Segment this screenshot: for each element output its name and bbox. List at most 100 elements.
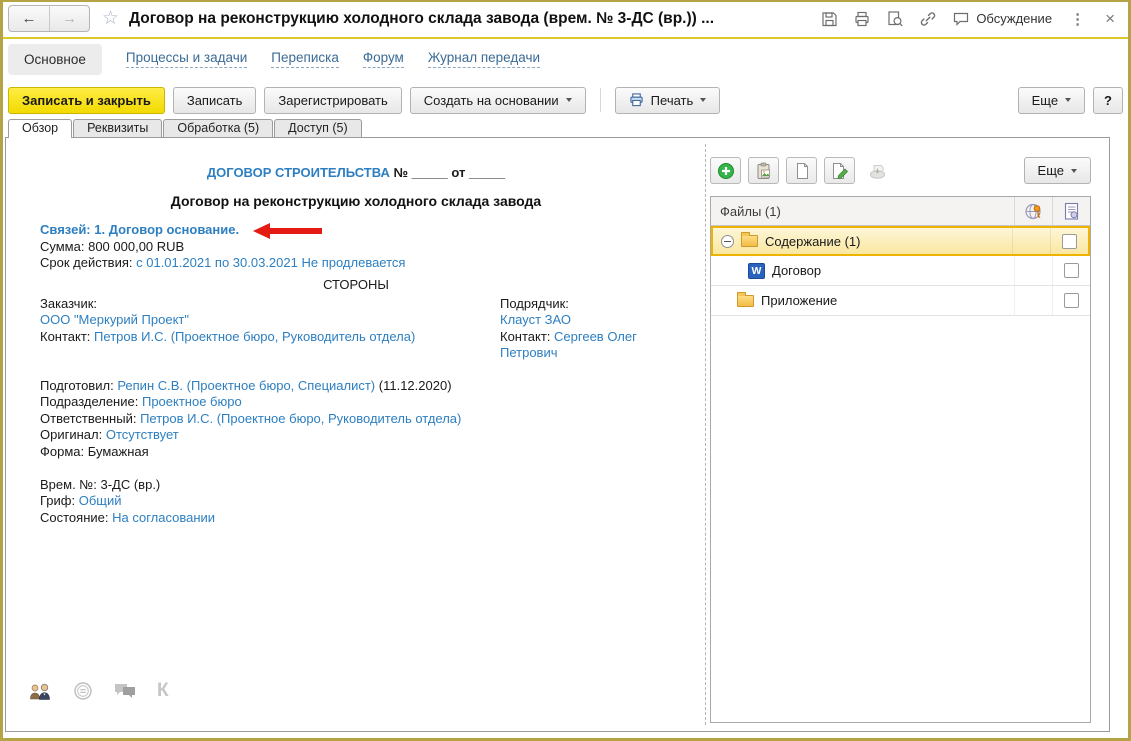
folder-icon: [737, 291, 754, 307]
seal-icon[interactable]: [73, 681, 93, 701]
contractor-contact-label: Контакт:: [500, 328, 551, 344]
tab-access[interactable]: Доступ (5): [274, 119, 362, 137]
contractor-name-link[interactable]: Клауст ЗАО: [500, 312, 571, 327]
original-label: Оригинал:: [40, 427, 103, 443]
chevron-down-icon: [1071, 168, 1077, 173]
file-row-content-folder[interactable]: Содержание (1): [711, 226, 1090, 256]
print-button[interactable]: Печать: [614, 86, 721, 114]
nav-journal[interactable]: Журнал передачи: [427, 50, 541, 68]
chevron-down-icon: [565, 98, 572, 102]
period-label: Срок действия:: [40, 254, 133, 270]
files-more-label: Еще: [1037, 163, 1064, 178]
department-link[interactable]: Проектное бюро: [142, 394, 242, 409]
signature-column-icon[interactable]: [1014, 197, 1052, 225]
row-checkbox[interactable]: [1062, 233, 1077, 249]
nav-mail[interactable]: Переписка: [271, 50, 339, 68]
save-button[interactable]: Записать: [172, 86, 257, 114]
customer-name-link[interactable]: ООО "Меркурий Проект": [40, 312, 189, 327]
close-icon[interactable]: ×: [1103, 9, 1117, 29]
word-file-icon: W: [748, 262, 765, 279]
k-badge-icon: К: [157, 680, 169, 701]
amount-value: 800 000,00 RUB: [88, 238, 185, 254]
checkbox-cell: [1050, 228, 1088, 254]
file-row-attachment-folder[interactable]: Приложение: [711, 286, 1090, 316]
paste-file-button[interactable]: [748, 157, 779, 184]
preview-icon[interactable]: [886, 10, 904, 28]
forward-button[interactable]: →: [49, 6, 89, 31]
contract-kind-link[interactable]: ДОГОВОР СТРОИТЕЛЬСТВА: [207, 165, 390, 180]
toolbar-separator: [599, 88, 601, 112]
parties-heading: СТОРОНЫ: [323, 277, 389, 292]
edit-file-button[interactable]: [824, 157, 855, 184]
register-label: Зарегистрировать: [278, 92, 388, 108]
contractor-label: Подрядчик:: [500, 296, 569, 311]
more-button[interactable]: Еще: [1017, 86, 1086, 114]
file-row-label: Договор: [772, 263, 822, 278]
temp-number-value: 3-ДС (вр.): [100, 477, 161, 492]
amount-label: Сумма:: [40, 238, 85, 254]
tab-overview[interactable]: Обзор: [8, 119, 73, 138]
add-file-button[interactable]: [710, 157, 741, 184]
stamp-link[interactable]: Общий: [79, 493, 122, 508]
department-label: Подразделение:: [40, 394, 139, 410]
save-icon[interactable]: [820, 10, 838, 28]
file-row-contract[interactable]: W Договор: [711, 256, 1090, 286]
original-link[interactable]: Отсутствует: [106, 427, 179, 442]
nav-forum[interactable]: Форум: [362, 50, 404, 68]
create-from-button[interactable]: Создать на основании: [409, 86, 586, 114]
annotation-arrow: [252, 222, 322, 239]
tab-processing[interactable]: Обработка (5): [163, 119, 274, 137]
discussion-label: Обсуждение: [976, 11, 1053, 26]
link-icon[interactable]: [919, 10, 937, 28]
files-header-title: Файлы (1): [720, 203, 781, 219]
folder-icon: [741, 232, 758, 247]
add-icon: [717, 162, 734, 179]
summary-block: Связей: 1. Договор основание. Сумма: 800…: [40, 222, 405, 271]
prepared-date: (11.12.2020): [378, 378, 452, 393]
responsible-link[interactable]: Петров И.С. (Проектное бюро, Руководител…: [140, 411, 461, 426]
section-nav: Основное Процессы и задачи Переписка Фор…: [0, 41, 1131, 77]
back-button[interactable]: ←: [9, 6, 49, 31]
prepared-link[interactable]: Репин С.В. (Проектное бюро, Специалист): [117, 378, 375, 393]
page-tabs: Обзор Реквизиты Обработка (5) Доступ (5): [8, 119, 363, 138]
register-button[interactable]: Зарегистрировать: [264, 86, 402, 114]
signature-cell: [1012, 228, 1050, 254]
discussion-button[interactable]: Обсуждение: [952, 10, 1052, 28]
status-icons: К: [28, 680, 169, 702]
state-label: Состояние:: [40, 509, 109, 525]
period-value[interactable]: с 01.01.2021 по 30.03.2021 Не продлевает…: [136, 255, 405, 270]
nav-processes[interactable]: Процессы и задачи: [125, 50, 248, 68]
save-label: Записать: [186, 92, 243, 108]
save-close-button[interactable]: Записать и закрыть: [8, 86, 165, 114]
print-icon[interactable]: [853, 10, 871, 28]
favorite-star-icon[interactable]: ☆: [102, 7, 119, 30]
row-checkbox[interactable]: [1064, 293, 1079, 308]
window-title: Договор на реконструкцию холодного склад…: [129, 9, 715, 27]
checkbox-cell: [1052, 256, 1090, 285]
help-label: ?: [1104, 92, 1112, 108]
document-window: ← → ☆ Договор на реконструкцию холодного…: [0, 0, 1131, 741]
seal-column-icon[interactable]: [1052, 197, 1090, 225]
relations-link[interactable]: Связей: 1. Договор основание.: [40, 222, 239, 237]
nav-main[interactable]: Основное: [8, 43, 102, 75]
customer-contact-link[interactable]: Петров И.С. (Проектное бюро, Руководител…: [94, 329, 415, 344]
stamp-label: Гриф:: [40, 493, 76, 509]
chat-icon[interactable]: [113, 682, 137, 700]
state-link[interactable]: На согласовании: [112, 510, 215, 525]
panel-splitter[interactable]: [705, 144, 706, 725]
row-checkbox[interactable]: [1064, 263, 1079, 278]
status-block: Врем. №: 3-ДС (вр.) Гриф: Общий Состояни…: [40, 477, 215, 526]
file-row-label: Содержание (1): [765, 233, 861, 249]
paste-icon: [757, 162, 770, 179]
scan-button[interactable]: [862, 157, 893, 184]
more-label: Еще: [1031, 92, 1059, 108]
tab-details[interactable]: Реквизиты: [73, 119, 163, 137]
new-file-button[interactable]: [786, 157, 817, 184]
collapse-icon[interactable]: [721, 234, 734, 248]
signature-cell: [1014, 256, 1052, 285]
help-button[interactable]: ?: [1093, 86, 1123, 114]
more-menu-icon[interactable]: ⋮: [1067, 10, 1088, 28]
participants-icon[interactable]: [28, 683, 53, 700]
files-more-button[interactable]: Еще: [1023, 157, 1091, 184]
responsibility-block: Подготовил: Репин С.В. (Проектное бюро, …: [40, 378, 461, 460]
